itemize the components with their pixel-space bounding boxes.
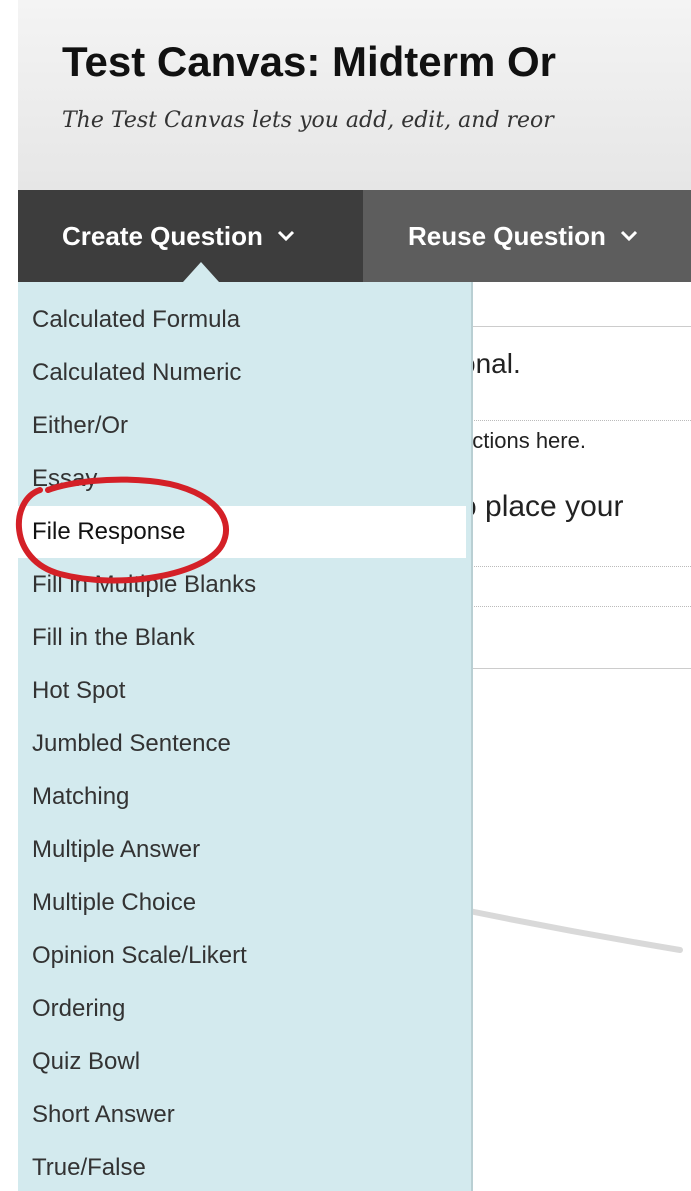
reuse-question-button[interactable]: Reuse Question [386, 190, 638, 282]
menu-item-quiz-bowl[interactable]: Quiz Bowl [18, 1036, 466, 1088]
menu-item-multiple-choice[interactable]: Multiple Choice [18, 877, 466, 929]
action-bar: Create Question Reuse Question [18, 190, 691, 282]
menu-item-matching[interactable]: Matching [18, 771, 466, 823]
menu-item-short-answer[interactable]: Short Answer [18, 1089, 466, 1141]
menu-item-file-response[interactable]: File Response [18, 506, 466, 558]
menu-item-jumbled-sentence[interactable]: Jumbled Sentence [18, 718, 466, 770]
chevron-down-icon [277, 230, 294, 242]
menu-item-ordering[interactable]: Ordering [18, 983, 466, 1035]
create-question-menu: Calculated Formula Calculated Numeric Ei… [18, 282, 473, 1191]
menu-item-opinion-scale-likert[interactable]: Opinion Scale/Likert [18, 930, 466, 982]
menu-item-fill-in-multiple-blanks[interactable]: Fill in Multiple Blanks [18, 559, 466, 611]
menu-item-multiple-answer[interactable]: Multiple Answer [18, 824, 466, 876]
menu-item-hot-spot[interactable]: Hot Spot [18, 665, 466, 717]
create-question-label: Create Question [62, 220, 263, 251]
menu-item-calculated-formula[interactable]: Calculated Formula [18, 294, 466, 346]
menu-item-calculated-numeric[interactable]: Calculated Numeric [18, 347, 466, 399]
menu-pointer [183, 262, 219, 282]
menu-item-true-false[interactable]: True/False [18, 1142, 466, 1191]
menu-item-fill-in-the-blank[interactable]: Fill in the Blank [18, 612, 466, 664]
reuse-question-label: Reuse Question [408, 220, 606, 251]
test-canvas-page: Test Canvas: Midterm Or The Test Canvas … [0, 0, 691, 1191]
menu-item-essay[interactable]: Essay [18, 453, 466, 505]
menu-item-either-or[interactable]: Either/Or [18, 400, 466, 452]
chevron-down-icon [620, 230, 637, 242]
